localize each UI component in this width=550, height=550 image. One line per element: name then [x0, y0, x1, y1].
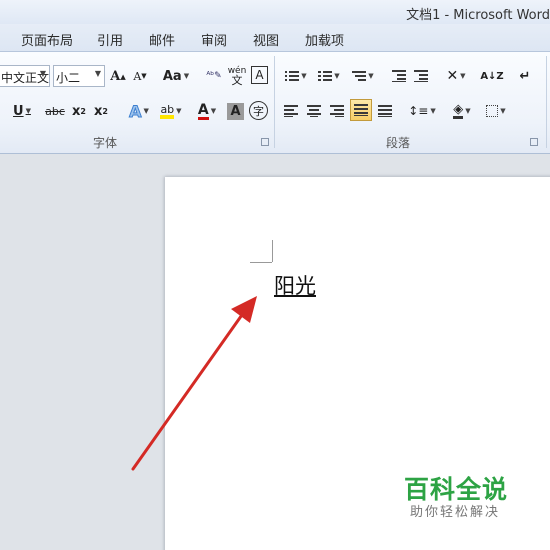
annotation-arrow: [131, 296, 257, 471]
arrow-head: [231, 296, 257, 323]
arrow-shaft: [131, 310, 246, 471]
watermark-subtitle: 助你轻松解决: [410, 505, 501, 520]
